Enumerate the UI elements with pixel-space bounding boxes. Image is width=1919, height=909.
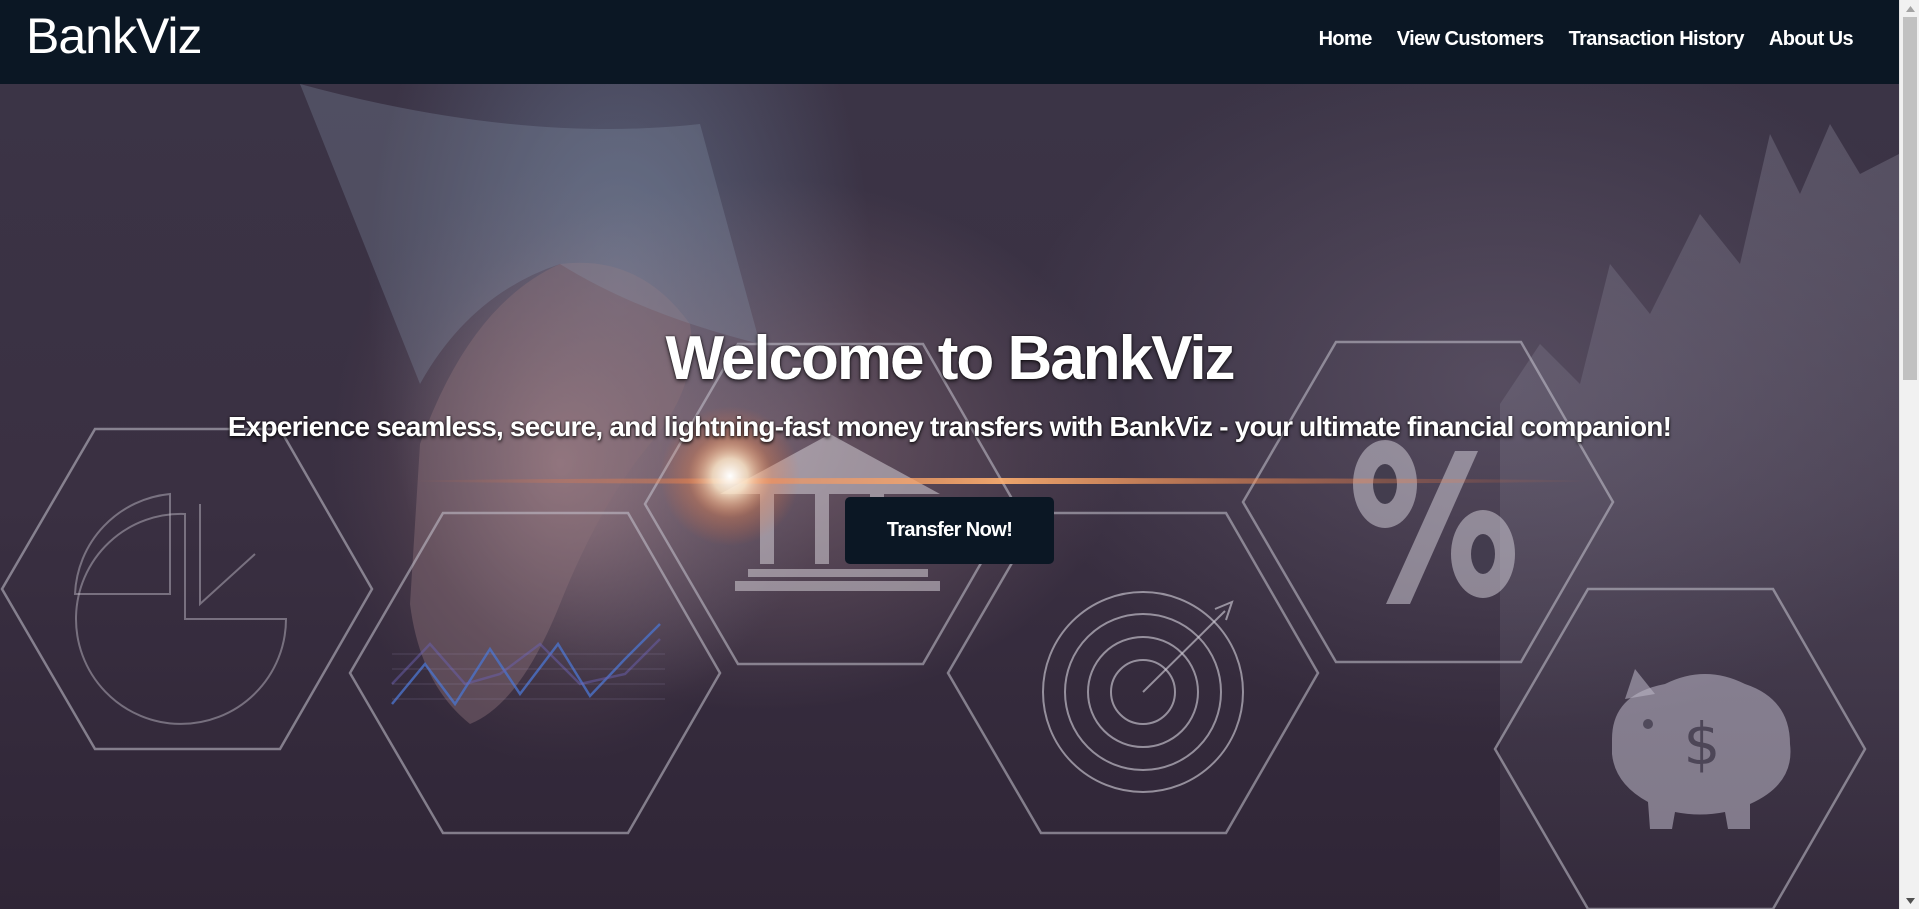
hero-content: Welcome to BankViz Experience seamless, … xyxy=(0,84,1899,909)
hero-title: Welcome to BankViz xyxy=(665,324,1235,393)
scroll-up-arrow-icon[interactable] xyxy=(1900,0,1919,17)
scroll-down-arrow-icon[interactable] xyxy=(1900,892,1919,909)
nav-link-view-customers[interactable]: View Customers xyxy=(1397,26,1544,52)
scroll-thumb[interactable] xyxy=(1903,17,1917,380)
hero-subtitle: Experience seamless, secure, and lightni… xyxy=(227,411,1672,442)
hero-section: $ Welcome to BankViz Experience seamless… xyxy=(0,84,1899,909)
transfer-now-button[interactable]: Transfer Now! xyxy=(845,497,1054,564)
scrollbar[interactable] xyxy=(1899,0,1919,909)
nav-links: Home View Customers Transaction History … xyxy=(1319,26,1854,52)
navbar: BankViz Home View Customers Transaction … xyxy=(0,0,1899,84)
page: BankViz Home View Customers Transaction … xyxy=(0,0,1919,909)
nav-link-home[interactable]: Home xyxy=(1319,26,1373,52)
nav-link-transaction-history[interactable]: Transaction History xyxy=(1569,26,1745,52)
brand-logo[interactable]: BankViz xyxy=(26,8,203,64)
nav-link-about-us[interactable]: About Us xyxy=(1769,26,1854,52)
